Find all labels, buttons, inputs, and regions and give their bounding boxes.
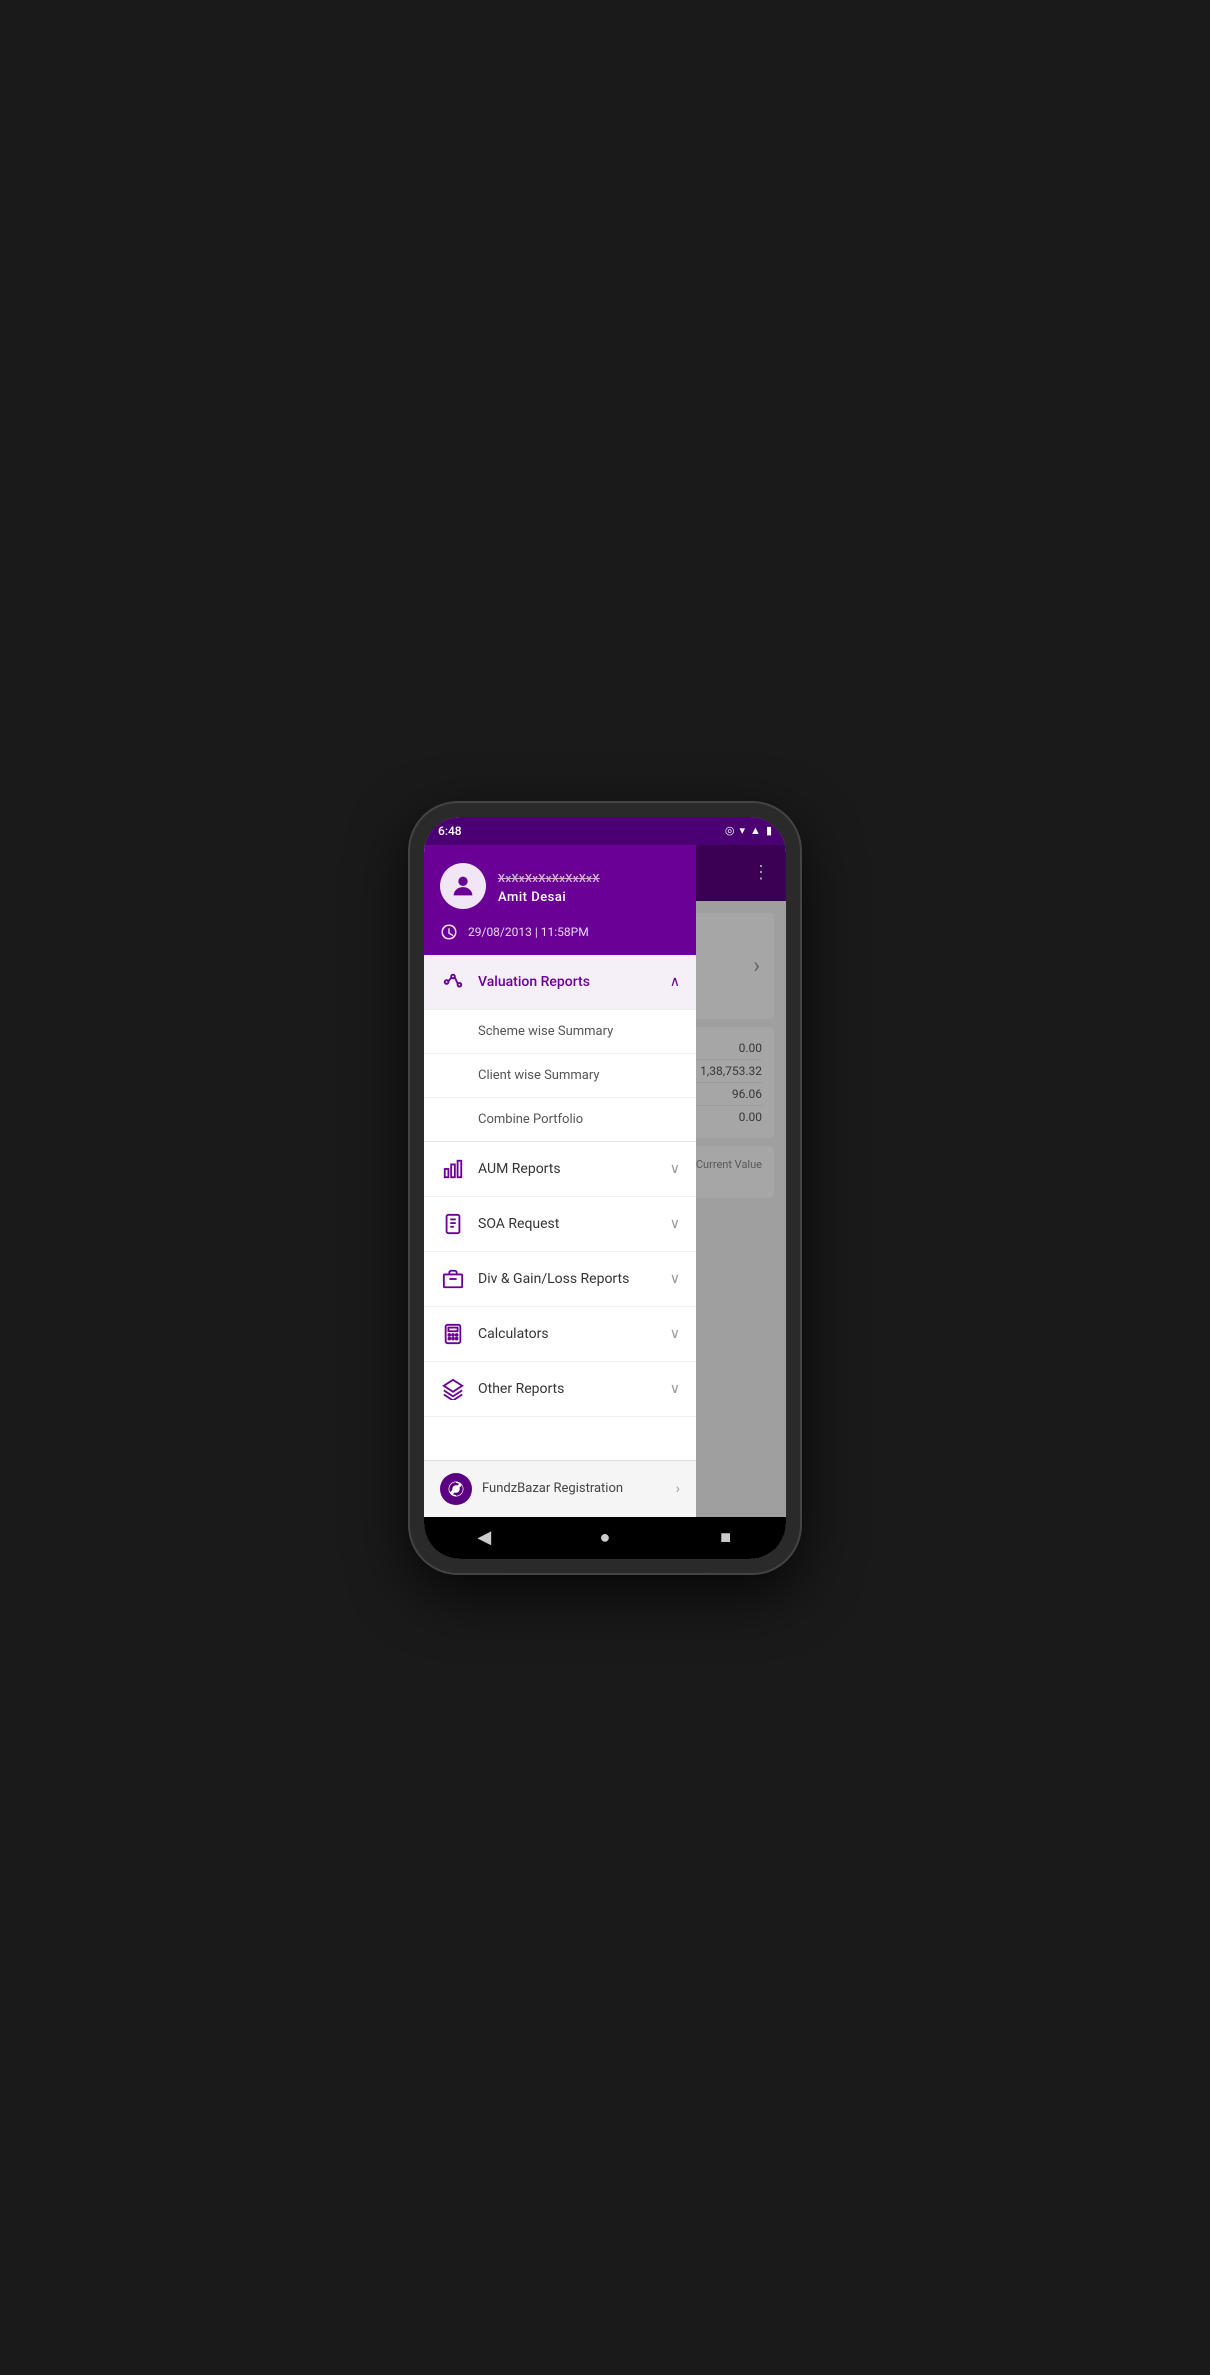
drawer-header: XxXxXxXxXxXxXxX Amit Desai [424, 845, 696, 955]
file-box-icon [440, 1266, 466, 1292]
combine-portfolio-item[interactable]: Combine Portfolio [424, 1098, 696, 1142]
user-row: XxXxXxXxXxXxXxX Amit Desai [440, 863, 680, 909]
chevron-up-icon: ∧ [670, 974, 680, 990]
status-icons: ◎ ▾ ▲ ▮ [725, 824, 772, 837]
bottom-nav: ◀ ● ■ [424, 1517, 786, 1559]
screen: 6:48 ◎ ▾ ▲ ▮ ⋮ ₹ [424, 817, 786, 1559]
scheme-wise-summary-item[interactable]: Scheme wise Summary [424, 1010, 696, 1054]
chevron-down-icon-4: ∨ [670, 1326, 680, 1342]
avatar [440, 863, 486, 909]
aum-reports-item[interactable]: AUM Reports ∨ [424, 1142, 696, 1197]
calculators-item[interactable]: Calculators ∨ [424, 1307, 696, 1362]
chevron-down-icon-3: ∨ [670, 1271, 680, 1287]
phone-device: 6:48 ◎ ▾ ▲ ▮ ⋮ ₹ [410, 803, 800, 1573]
document-icon [440, 1211, 466, 1237]
chevron-down-icon-5: ∨ [670, 1381, 680, 1397]
graph-icon [440, 969, 466, 995]
wifi-icon: ▾ [740, 824, 746, 837]
content-area: ⋮ ₹ Weg CAGR 8.24 ↑ 49,999.00 ₹ › [424, 845, 786, 1517]
calculators-label: Calculators [478, 1326, 670, 1342]
div-gain-loss-label: Div & Gain/Loss Reports [478, 1271, 670, 1287]
client-wise-summary-item[interactable]: Client wise Summary [424, 1054, 696, 1098]
recent-button[interactable]: ■ [706, 1518, 746, 1558]
valuation-reports-label: Valuation Reports [478, 974, 670, 990]
status-time: 6:48 [438, 824, 462, 838]
user-icon [449, 872, 477, 900]
battery-icon: ▮ [766, 824, 772, 837]
navigation-drawer: XxXxXxXxXxXxXxX Amit Desai [424, 845, 696, 1517]
calculator-icon [440, 1321, 466, 1347]
aum-reports-label: AUM Reports [478, 1161, 670, 1177]
status-indicator-icon: ◎ [725, 824, 735, 837]
date-row: 29/08/2013 | 11:58PM [440, 923, 680, 941]
chevron-down-icon-2: ∨ [670, 1216, 680, 1232]
layers-icon [440, 1376, 466, 1402]
back-button[interactable]: ◀ [464, 1518, 504, 1558]
bar-chart-icon [440, 1156, 466, 1182]
fundzbazar-registration-label: FundzBazar Registration [482, 1481, 676, 1496]
drawer-date: 29/08/2013 | 11:58PM [468, 925, 589, 939]
soa-request-label: SOA Request [478, 1216, 670, 1232]
nav-section: Valuation Reports ∧ Scheme wise Summary … [424, 955, 696, 1460]
valuation-reports-item[interactable]: Valuation Reports ∧ [424, 955, 696, 1010]
div-gain-loss-item[interactable]: Div & Gain/Loss Reports ∨ [424, 1252, 696, 1307]
home-button[interactable]: ● [585, 1518, 625, 1558]
signal-icon: ▲ [750, 824, 761, 837]
status-bar: 6:48 ◎ ▾ ▲ ▮ [424, 817, 786, 845]
other-reports-label: Other Reports [478, 1381, 670, 1397]
fundzbazar-logo [440, 1473, 472, 1505]
valuation-sub-items: Scheme wise Summary Client wise Summary … [424, 1010, 696, 1142]
drawer-footer[interactable]: FundzBazar Registration › [424, 1460, 696, 1517]
soa-request-item[interactable]: SOA Request ∨ [424, 1197, 696, 1252]
username-container: XxXxXxXxXxXxXxX Amit Desai [498, 867, 600, 905]
chevron-down-icon: ∨ [670, 1161, 680, 1177]
calendar-icon [440, 923, 458, 941]
phone-screen: 6:48 ◎ ▾ ▲ ▮ ⋮ ₹ [424, 817, 786, 1559]
footer-arrow-icon: › [676, 1481, 680, 1497]
username: XxXxXxXxXxXxXxX Amit Desai [498, 871, 600, 905]
other-reports-item[interactable]: Other Reports ∨ [424, 1362, 696, 1417]
nav-item-valuation-reports: Valuation Reports ∧ Scheme wise Summary … [424, 955, 696, 1142]
